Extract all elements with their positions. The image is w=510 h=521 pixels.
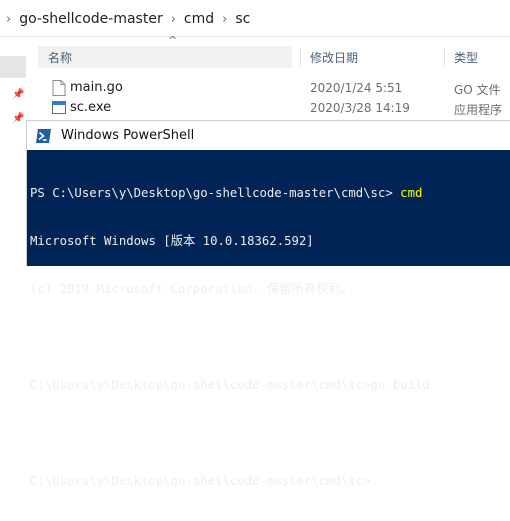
file-row[interactable]: main.go 2020/1/24 5:51 GO 文件 [38, 78, 510, 98]
column-header-name[interactable] [38, 46, 292, 68]
powershell-window: Windows PowerShell PS C:\Users\y\Desktop… [26, 120, 510, 488]
chevron-right-icon: › [170, 11, 176, 27]
file-name: main.go [70, 80, 123, 95]
breadcrumb-item-cmd[interactable]: cmd [184, 11, 214, 27]
column-header-type[interactable]: 类型 [454, 49, 478, 66]
address-bar[interactable]: › go-shellcode-master › cmd › sc [0, 0, 510, 37]
console-line: PS C:\Users\y\Desktop\go-shellcode-maste… [30, 185, 510, 201]
pin-icon: 📌 [12, 113, 25, 124]
console-line: Microsoft Windows [版本 10.0.18362.592] [30, 234, 314, 248]
console-command: cmd [400, 186, 423, 200]
breadcrumb-root-chevron-icon[interactable]: › [6, 12, 11, 27]
window-titlebar[interactable]: Windows PowerShell [26, 120, 510, 151]
chevron-right-icon: › [222, 11, 228, 27]
console-prompt: PS C:\Users\y\Desktop\go-shellcode-maste… [30, 186, 401, 200]
file-name: sc.exe [70, 100, 112, 115]
breadcrumb-item-sc[interactable]: sc [235, 11, 250, 27]
column-divider[interactable] [300, 48, 301, 66]
navigation-pane: 📌 📌 [0, 36, 32, 130]
file-explorer-window: › go-shellcode-master › cmd › sc 📌 📌 ^ 名… [0, 0, 510, 130]
console-line: C:\Users\y\Desktop\go-shellcode-master\c… [30, 474, 371, 488]
file-row[interactable]: sc.exe 2020/3/28 14:19 应用程序 [38, 98, 510, 118]
sort-ascending-icon: ^ [168, 34, 178, 47]
column-header-row: ^ 名称 修改日期 类型 [38, 34, 510, 68]
breadcrumb: › go-shellcode-master › cmd › sc [6, 9, 250, 29]
file-date: 2020/1/24 5:51 [310, 81, 403, 95]
console-output: PS C:\Users\y\Desktop\go-shellcode-maste… [30, 153, 510, 521]
file-type: 应用程序 [454, 103, 503, 117]
console-line: C:\Users\y\Desktop\go-shellcode-master\c… [30, 378, 430, 392]
column-header-name-label: 名称 [48, 51, 73, 65]
powershell-icon [36, 129, 51, 143]
nav-selected-item[interactable] [0, 56, 26, 78]
console-line: (c) 2019 Microsoft Corporation. 保留所有权利。 [30, 282, 353, 296]
column-header-date[interactable]: 修改日期 [310, 49, 358, 66]
window-title: Windows PowerShell [61, 128, 195, 143]
file-date: 2020/3/28 14:19 [310, 101, 410, 115]
pin-icon: 📌 [12, 89, 25, 100]
file-type: GO 文件 [454, 83, 501, 97]
column-divider[interactable] [444, 48, 445, 66]
go-file-icon [52, 80, 66, 96]
breadcrumb-item-go-shellcode-master[interactable]: go-shellcode-master [19, 11, 163, 27]
exe-file-icon [52, 101, 66, 114]
console-area[interactable]: PS C:\Users\y\Desktop\go-shellcode-maste… [26, 150, 510, 488]
